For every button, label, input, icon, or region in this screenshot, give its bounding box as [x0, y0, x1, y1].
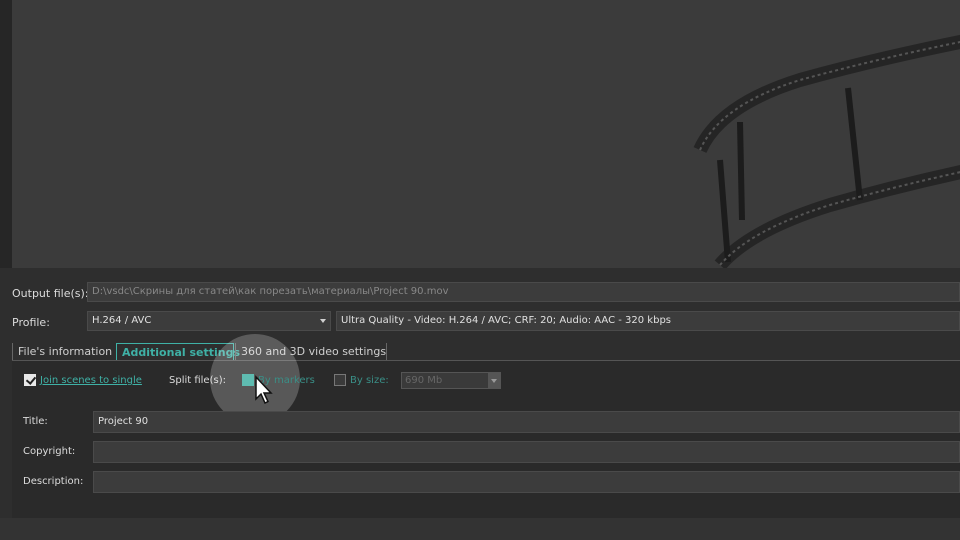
tab-files-information[interactable]: File's information — [12, 343, 115, 361]
film-strip-graphic — [693, 34, 960, 268]
check-icon — [25, 374, 37, 385]
copyright-input[interactable] — [93, 441, 960, 463]
window-left-border — [0, 0, 12, 268]
quality-select[interactable]: Ultra Quality - Video: H.264 / AVC; CRF:… — [336, 311, 960, 331]
join-scenes-label[interactable]: Join scenes to single — [40, 375, 142, 387]
title-input[interactable]: Project 90 — [93, 411, 960, 433]
mouse-cursor-icon — [255, 375, 273, 405]
profile-select[interactable]: H.264 / AVC — [87, 311, 331, 331]
by-size-label[interactable]: By size: — [350, 375, 389, 387]
chevron-down-icon — [488, 373, 500, 388]
title-label: Title: — [23, 416, 48, 427]
profile-label: Profile: — [12, 316, 50, 329]
copyright-label: Copyright: — [23, 446, 76, 457]
video-preview — [12, 0, 960, 268]
description-input[interactable] — [93, 471, 960, 493]
profile-select-value: H.264 / AVC — [92, 315, 152, 326]
size-select-value: 690 Mb — [405, 375, 443, 386]
size-select[interactable]: 690 Mb — [401, 372, 501, 389]
chevron-down-icon — [320, 319, 326, 323]
output-file-input[interactable]: D:\vsdc\Скрины для статей\как порезать\м… — [87, 282, 960, 302]
bottom-bar — [0, 518, 960, 540]
join-scenes-checkbox[interactable] — [24, 374, 37, 386]
by-markers-checkbox[interactable] — [242, 374, 254, 386]
description-label: Description: — [23, 476, 84, 487]
by-size-checkbox[interactable] — [334, 374, 346, 386]
output-file-label: Output file(s): — [12, 287, 89, 300]
